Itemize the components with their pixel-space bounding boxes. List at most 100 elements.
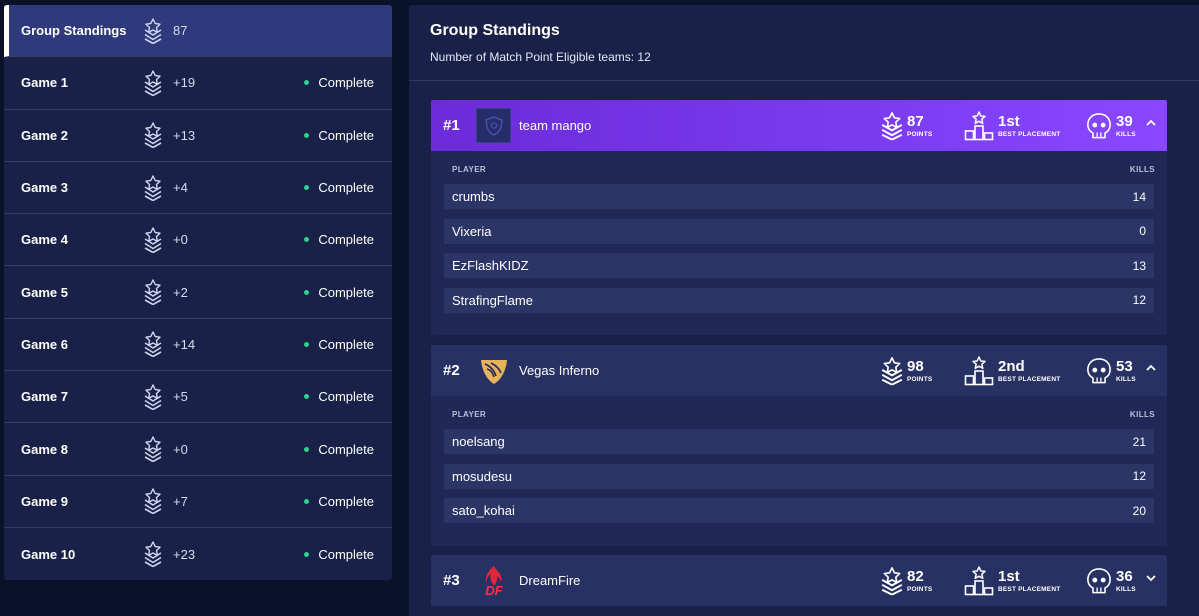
game-points: +4: [173, 180, 188, 196]
status-text: Complete: [318, 180, 374, 196]
standings-panel: Group Standings Number of Match Point El…: [409, 5, 1199, 616]
status-dot: [304, 446, 310, 452]
status-dot: [304, 80, 310, 86]
team-rank: #3: [443, 572, 460, 589]
team-logo-flame-icon: DF: [485, 565, 503, 598]
sidebar-item-game[interactable]: Game 7 +5 Complete: [4, 371, 392, 424]
points-stat: 98 POINTS: [880, 351, 932, 391]
stat-value: 1st: [998, 568, 1020, 585]
status-dot: [304, 132, 310, 138]
game-list-sidebar: Group Standings 87 Game 1 +19 Complete Game 2…: [4, 5, 392, 580]
game-status: Complete: [304, 389, 374, 404]
game-status: Complete: [304, 337, 374, 352]
stat-text: 1st BEST PLACEMENT: [998, 113, 1060, 139]
podium-icon: [964, 566, 994, 596]
game-name: Game 4: [21, 232, 68, 248]
status-text: Complete: [318, 232, 374, 248]
game-name: Game 5: [21, 284, 68, 300]
status-dot: [304, 394, 310, 400]
status-dot: [304, 498, 310, 504]
stat-label: POINTS: [907, 131, 933, 138]
points-stat: 87 POINTS: [880, 106, 932, 146]
sidebar-item-game[interactable]: Game 5 +2 Complete: [4, 266, 392, 319]
player-kills: 13: [1132, 258, 1146, 273]
game-points: +7: [173, 493, 188, 509]
sidebar-item-game[interactable]: Game 9 +7 Complete: [4, 476, 392, 528]
rank-chevron-icon: [142, 18, 164, 44]
chevron-up-icon[interactable]: [1145, 117, 1157, 129]
game-name: Game 2: [21, 127, 68, 143]
player-column-header: PLAYER: [452, 165, 487, 174]
game-status: Complete: [304, 232, 374, 247]
player-row: sato_kohai 20: [444, 498, 1154, 523]
status-text: Complete: [318, 389, 374, 405]
sidebar-item-game[interactable]: Game 6 +14 Complete: [4, 319, 392, 372]
player-kills: 0: [1139, 224, 1146, 238]
kills-column-header: KILLS: [1129, 165, 1155, 174]
team-header[interactable]: #1 team mango 87 POINTS 1st BEST PLACEMENT 39 K…: [431, 100, 1167, 151]
stat-label: BEST PLACEMENT: [998, 376, 1061, 383]
game-name: Game 1: [21, 75, 68, 91]
game-points: 87: [173, 23, 188, 39]
game-status: Complete: [304, 75, 374, 90]
game-name: Game 7: [21, 389, 68, 405]
stat-label: KILLS: [1116, 131, 1136, 138]
game-status: Complete: [304, 494, 374, 509]
stat-label: KILLS: [1116, 376, 1136, 383]
player-row: mosudesu 12: [444, 463, 1154, 489]
team-rank: #2: [443, 362, 460, 379]
rank-chevron-icon: [142, 331, 164, 357]
game-name: Game 8: [21, 441, 68, 457]
skull-icon: [1086, 566, 1112, 596]
game-status: Complete: [304, 128, 374, 143]
sidebar-item-group-standings[interactable]: Group Standings 87: [4, 5, 392, 58]
player-name: mosudesu: [452, 468, 512, 484]
team-header[interactable]: #3 DF DreamFire 82 POINTS 1st BEST PLACEMENT 36…: [431, 555, 1167, 606]
kills-stat: 39 KILLS: [1086, 106, 1136, 146]
team-card: #1 team mango 87 POINTS 1st BEST PLACEMENT 39 K…: [431, 100, 1167, 335]
stat-label: BEST PLACEMENT: [998, 131, 1061, 138]
chevron-down-icon[interactable]: [1145, 572, 1157, 584]
stat-value: 98: [907, 358, 924, 375]
team-name: team mango: [519, 118, 592, 133]
player-name: EzFlashKIDZ: [452, 258, 529, 273]
sidebar-item-game[interactable]: Game 2 +13 Complete: [4, 110, 392, 162]
game-points: +23: [173, 546, 196, 562]
status-text: Complete: [318, 75, 374, 91]
stat-value: 82: [907, 568, 924, 585]
game-status: Complete: [304, 442, 374, 457]
team-header[interactable]: #2 Vegas Inferno 98 POINTS 2nd BEST PLACEMENT…: [431, 345, 1167, 396]
team-logo-wing-icon: [480, 359, 507, 384]
game-points: +13: [173, 127, 196, 143]
stat-text: 82 POINTS: [907, 568, 932, 594]
sidebar-item-game[interactable]: Game 4 +0 Complete: [4, 214, 392, 267]
sidebar-item-game[interactable]: Game 10 +23 Complete: [4, 528, 392, 580]
team-logo: [476, 353, 511, 388]
game-name: Game 3: [21, 180, 68, 196]
player-table-header: PLAYER KILLS: [431, 151, 1167, 184]
sidebar-item-game[interactable]: Game 3 +4 Complete: [4, 162, 392, 215]
game-name: Group Standings: [21, 23, 127, 39]
sidebar-item-game[interactable]: Game 8 +0 Complete: [4, 423, 392, 476]
rank-chevron-icon: [142, 541, 164, 567]
stat-value: 1st: [998, 113, 1020, 130]
stat-text: 98 POINTS: [907, 358, 932, 384]
player-row: StrafingFlame 12: [444, 287, 1154, 313]
stat-label: BEST PLACEMENT: [998, 586, 1061, 593]
player-row: EzFlashKIDZ 13: [444, 253, 1154, 278]
podium-icon: [964, 111, 994, 141]
player-name: crumbs: [452, 189, 495, 204]
status-dot: [304, 341, 310, 347]
panel-header: Group Standings Number of Match Point El…: [409, 5, 1199, 81]
podium-icon: [964, 356, 994, 386]
game-status: Complete: [304, 180, 374, 195]
rank-chevron-icon: [880, 566, 904, 596]
player-name: StrafingFlame: [452, 292, 533, 308]
stat-value: 87: [907, 113, 924, 130]
skull-icon: [1086, 356, 1112, 386]
sidebar-item-game[interactable]: Game 1 +19 Complete: [4, 57, 392, 110]
game-name: Game 9: [21, 493, 68, 509]
chevron-up-icon[interactable]: [1145, 362, 1157, 374]
team-name: Vegas Inferno: [519, 363, 600, 378]
player-name: sato_kohai: [452, 503, 515, 518]
